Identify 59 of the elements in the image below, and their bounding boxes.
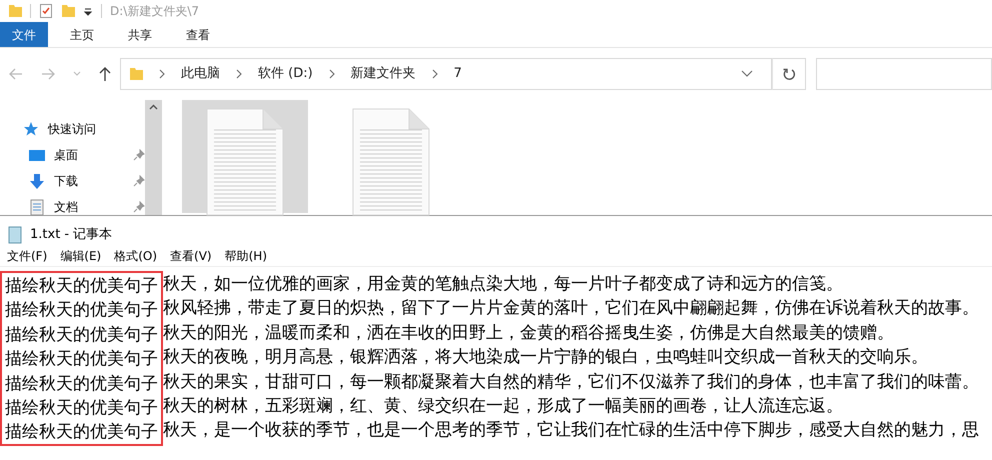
text-line: 描绘秋天的优美句子 xyxy=(5,298,158,322)
menu-item[interactable]: 文件(F) xyxy=(7,246,48,264)
chevron-right-icon xyxy=(159,69,165,79)
nav-item[interactable]: 下载 xyxy=(54,172,125,190)
breadcrumb-item[interactable]: 7 xyxy=(454,64,462,84)
text-line: 秋风轻拂，带走了夏日的炽热，留下了一片片金黄的落叶，它们在风中翩翩起舞，仿佛在诉说着秋天的故事。 xyxy=(163,296,979,320)
window-title: D:\新建文件夹\7 xyxy=(110,3,200,20)
checklist-icon[interactable] xyxy=(39,3,53,19)
folder-icon xyxy=(129,66,143,82)
download-icon xyxy=(28,172,46,190)
back-arrow-icon[interactable] xyxy=(8,66,24,82)
ribbon-tab[interactable]: 查看 xyxy=(174,22,222,47)
search-field[interactable] xyxy=(816,58,992,90)
pin-icon[interactable] xyxy=(133,175,145,187)
nav-item[interactable]: 文档 xyxy=(54,198,125,216)
text-line: 描绘秋天的优美句子 xyxy=(5,274,158,297)
text-document-icon xyxy=(352,108,430,216)
chevron-right-icon xyxy=(432,69,438,79)
pin-icon[interactable] xyxy=(133,149,145,161)
nav-item[interactable]: 桌面 xyxy=(54,146,125,164)
chevron-down-icon[interactable] xyxy=(741,70,753,78)
forward-arrow-icon[interactable] xyxy=(40,66,56,82)
refresh-icon[interactable] xyxy=(782,67,796,81)
address-bar[interactable]: 此电脑 软件 (D:) 新建文件夹 7 xyxy=(120,58,772,90)
text-line: 描绘秋天的优美句子 xyxy=(5,396,158,420)
text-line: 秋天的果实，甘甜可口，每一颗都凝聚着大自然的精华，它们不仅滋养了我们的身体，也丰富了我们的味蕾。 xyxy=(163,370,979,393)
nav-item[interactable]: 快速访问 xyxy=(48,120,145,138)
text-line: 描绘秋天的优美句子 xyxy=(5,372,158,395)
chevron-right-icon xyxy=(328,69,335,79)
folder-icon[interactable] xyxy=(61,3,75,19)
text-line: 描绘秋天的优美句子 xyxy=(5,322,158,346)
text-line: 秋天的夜晚，明月高悬，银辉洒落，将大地染成一片宁静的银白，虫鸣蛙叫交织成一首秋天的交响乐。 xyxy=(163,345,929,368)
breadcrumb-item[interactable]: 新建文件夹 xyxy=(350,64,416,84)
up-arrow-icon[interactable] xyxy=(98,66,112,82)
chevron-right-icon xyxy=(236,69,242,79)
pin-icon[interactable] xyxy=(133,201,145,213)
scrollbar[interactable] xyxy=(145,100,162,215)
folder-icon xyxy=(8,3,22,19)
notepad-icon xyxy=(8,226,22,244)
file-tile[interactable] xyxy=(182,100,308,213)
breadcrumb-item[interactable]: 软件 (D:) xyxy=(258,64,313,84)
star-icon xyxy=(22,120,40,138)
menu-item[interactable]: 格式(O) xyxy=(114,246,158,264)
ribbon-tab[interactable]: 共享 xyxy=(116,22,164,47)
text-line: 秋天，如一位优雅的画家，用金黄的笔触点染大地，每一片叶子都变成了诗和远方的信笺。 xyxy=(163,272,844,295)
text-line: 秋天的树林，五彩斑斓，红、黄、绿交织在一起，形成了一幅美丽的画卷，让人流连忘返。 xyxy=(163,394,844,418)
ribbon-tab[interactable]: 文件 xyxy=(0,22,48,47)
menu-item[interactable]: 帮助(H) xyxy=(224,246,267,264)
menu-item[interactable]: 编辑(E) xyxy=(60,246,102,264)
ribbon-tab[interactable]: 主页 xyxy=(58,22,106,47)
text-line: 秋天，是一个收获的季节，也是一个思考的季节，它让我们在忙碌的生活中停下脚步，感受大自然的魅力，思 xyxy=(163,418,979,442)
text-line: 描绘秋天的优美句子 xyxy=(5,420,158,444)
text-line: 秋天的阳光，温暖而柔和，洒在丰收的田野上，金黄的稻谷摇曳生姿，仿佛是大自然最美的馈赠。 xyxy=(163,320,895,344)
menu-item[interactable]: 查看(V) xyxy=(170,246,212,264)
breadcrumb-item[interactable]: 此电脑 xyxy=(181,64,220,84)
refresh-button[interactable] xyxy=(772,58,806,90)
window-title: 1.txt - 记事本 xyxy=(30,226,112,244)
text-document-icon xyxy=(206,108,284,216)
text-line: 描绘秋天的优美句子 xyxy=(5,347,158,370)
